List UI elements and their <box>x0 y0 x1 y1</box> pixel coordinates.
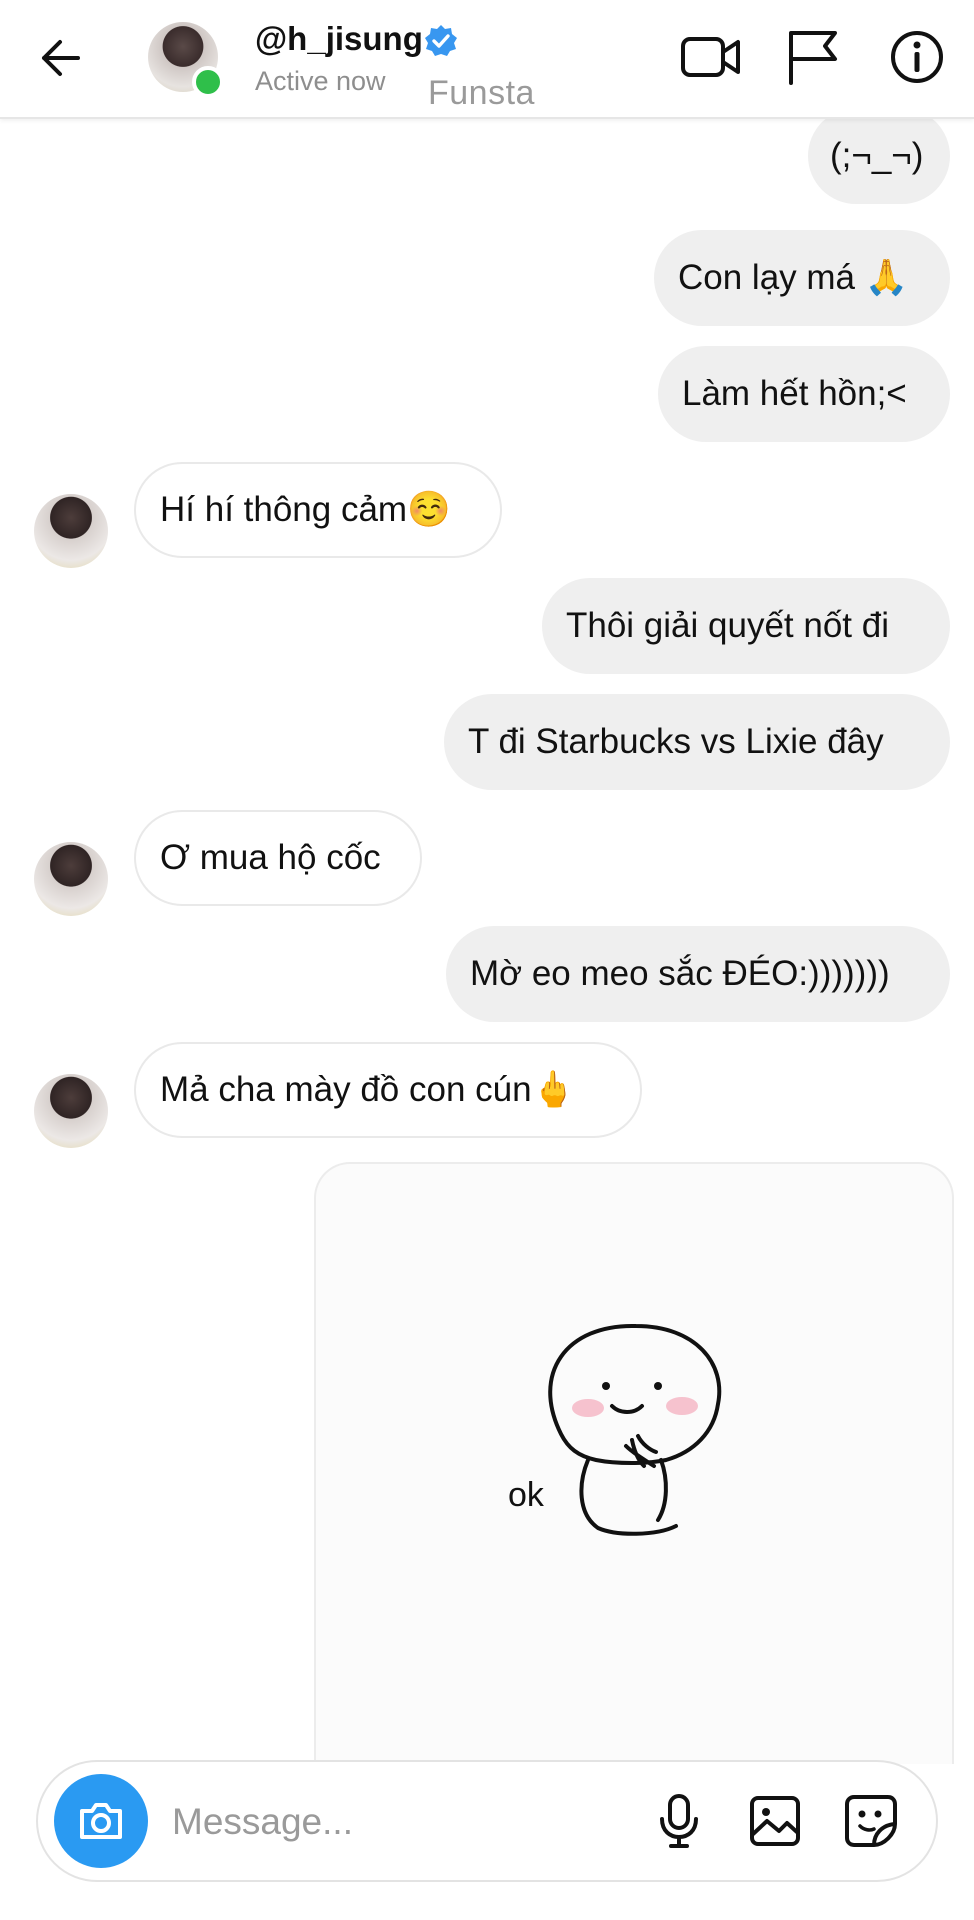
camera-icon[interactable] <box>54 1774 148 1868</box>
gallery-icon[interactable] <box>742 1788 808 1854</box>
back-arrow-icon[interactable] <box>30 28 90 88</box>
contact-avatar-small[interactable] <box>34 842 108 916</box>
video-call-icon[interactable] <box>680 26 742 88</box>
info-icon[interactable] <box>886 26 948 88</box>
sticker-icon[interactable] <box>838 1788 904 1854</box>
active-status: Active now <box>255 66 386 96</box>
online-indicator <box>192 66 224 98</box>
message-bubble-received[interactable]: Hí hí thông cảm☺️ <box>134 462 502 558</box>
verified-badge-icon <box>424 24 458 58</box>
contact-username[interactable]: @h_jisung <box>255 20 423 58</box>
message-bubble-sent[interactable]: (;¬_¬) <box>808 108 950 204</box>
flag-icon[interactable] <box>782 26 844 88</box>
message-bubble-sent[interactable]: Mờ eo meo sắc ĐÉO:))))))) <box>446 926 950 1022</box>
message-bubble-received[interactable]: Mả cha mày đồ con cún🖕 <box>134 1042 642 1138</box>
microphone-icon[interactable] <box>646 1788 712 1854</box>
message-bubble-sent[interactable]: T đi Starbucks vs Lixie đây <box>444 694 950 790</box>
message-bubble-received[interactable]: Ơ mua hộ cốc <box>134 810 422 906</box>
message-bubble-sent[interactable]: Con lạy má 🙏 <box>654 230 950 326</box>
message-bubble-sent[interactable]: Thôi giải quyết nốt đi <box>542 578 950 674</box>
ok-sticker-image: ok <box>508 1323 722 1536</box>
chat-header: @h_jisung Active now Funsta <box>0 0 974 119</box>
contact-avatar-small[interactable] <box>34 494 108 568</box>
account-tag: Funsta <box>428 74 535 112</box>
sticker-message[interactable]: ok <box>314 1162 954 1764</box>
sticker-text: ok <box>508 1476 545 1514</box>
message-input[interactable] <box>170 1786 654 1858</box>
contact-avatar-small[interactable] <box>34 1074 108 1148</box>
message-composer <box>36 1760 938 1882</box>
message-bubble-sent[interactable]: Làm hết hồn;< <box>658 346 950 442</box>
